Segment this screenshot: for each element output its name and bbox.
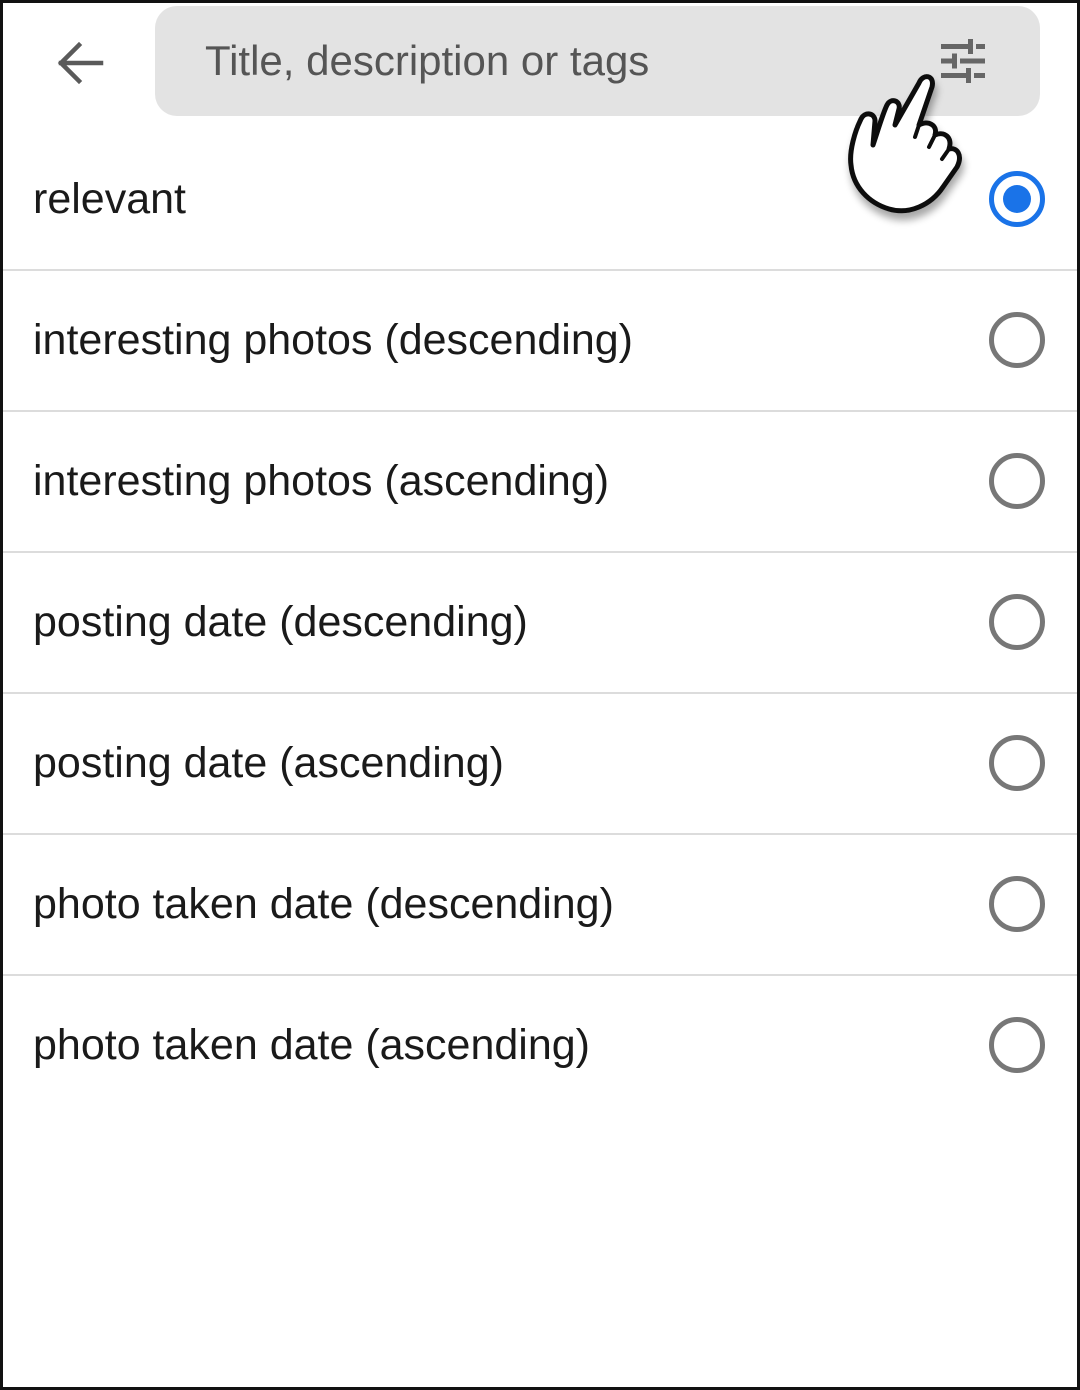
back-button[interactable] xyxy=(43,27,115,99)
sort-option-interesting-desc[interactable]: interesting photos (descending) xyxy=(3,271,1077,412)
radio-unselected[interactable] xyxy=(989,1017,1045,1073)
sort-option-relevant[interactable]: relevant xyxy=(3,130,1077,271)
option-label: relevant xyxy=(33,175,186,223)
option-label: interesting photos (ascending) xyxy=(33,457,610,505)
radio-unselected[interactable] xyxy=(989,453,1045,509)
option-label: photo taken date (descending) xyxy=(33,880,614,928)
option-label: posting date (descending) xyxy=(33,598,528,646)
filter-button[interactable] xyxy=(930,28,996,94)
sort-option-interesting-asc[interactable]: interesting photos (ascending) xyxy=(3,412,1077,553)
search-bar xyxy=(155,6,1040,116)
sort-option-taken-desc[interactable]: photo taken date (descending) xyxy=(3,835,1077,976)
search-input[interactable] xyxy=(155,6,915,116)
sort-options-list: relevant interesting photos (descending)… xyxy=(3,130,1077,1115)
radio-unselected[interactable] xyxy=(989,876,1045,932)
radio-selected[interactable] xyxy=(989,171,1045,227)
sort-option-posting-desc[interactable]: posting date (descending) xyxy=(3,553,1077,694)
option-label: posting date (ascending) xyxy=(33,739,504,787)
sort-option-posting-asc[interactable]: posting date (ascending) xyxy=(3,694,1077,835)
sort-option-taken-asc[interactable]: photo taken date (ascending) xyxy=(3,976,1077,1115)
top-bar xyxy=(3,3,1077,128)
option-label: interesting photos (descending) xyxy=(33,316,633,364)
radio-unselected[interactable] xyxy=(989,312,1045,368)
sort-screen: relevant interesting photos (descending)… xyxy=(0,0,1080,1390)
radio-unselected[interactable] xyxy=(989,594,1045,650)
arrow-left-icon xyxy=(57,41,104,85)
tune-sliders-icon xyxy=(941,39,985,83)
option-label: photo taken date (ascending) xyxy=(33,1021,591,1069)
radio-unselected[interactable] xyxy=(989,735,1045,791)
